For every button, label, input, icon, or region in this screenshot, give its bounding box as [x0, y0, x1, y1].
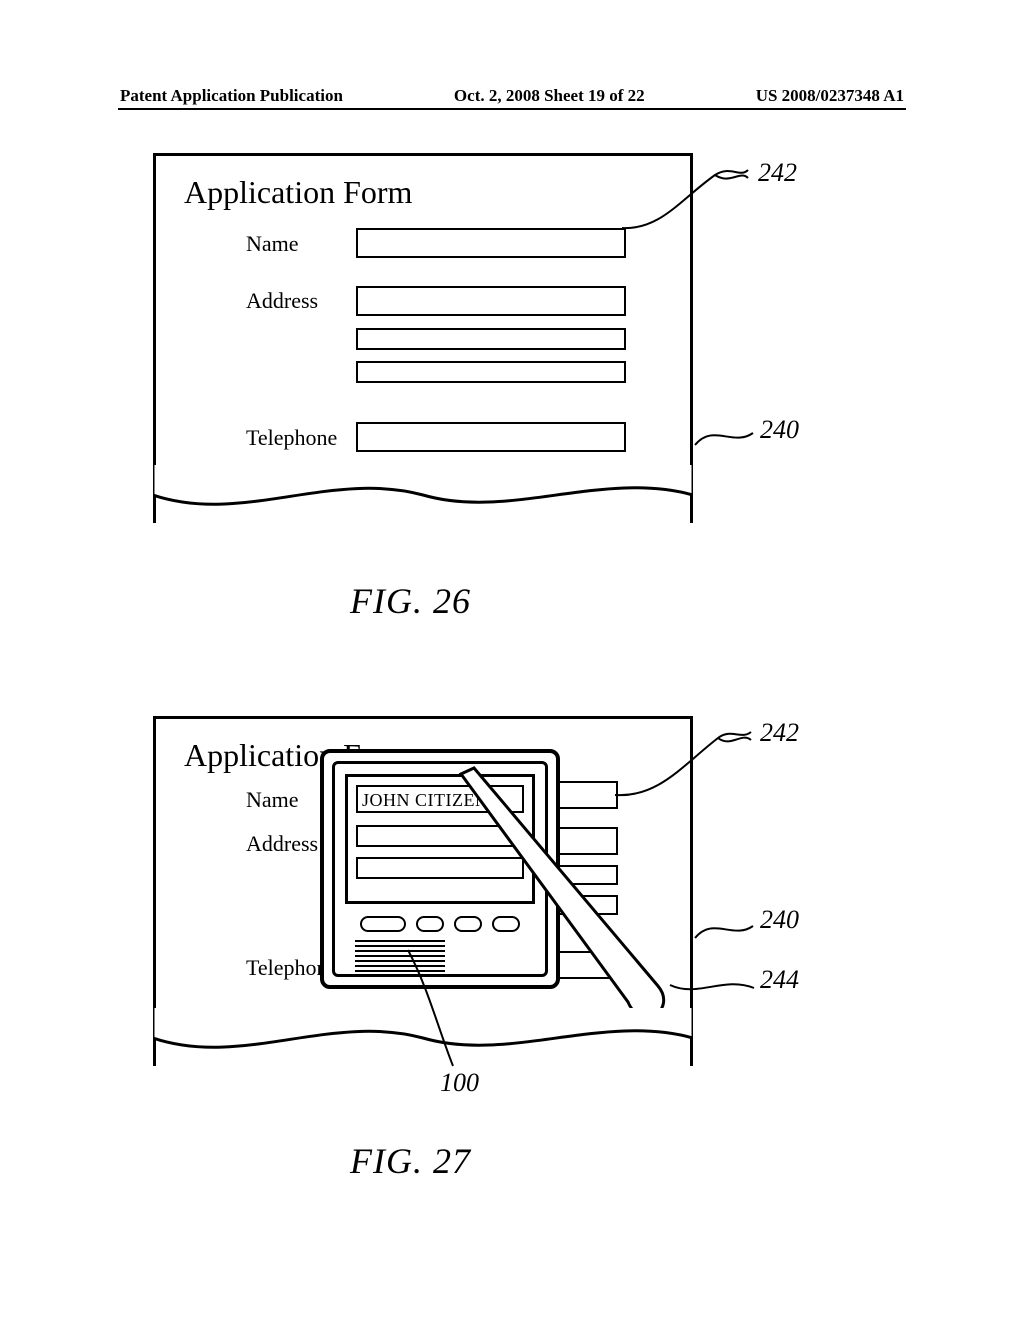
- fig27-leader-242: [613, 720, 763, 810]
- fig27-device-button-1: [360, 916, 406, 932]
- fig27-leader-244: [668, 970, 763, 1010]
- fig27-label-name: Name: [246, 787, 299, 813]
- fig27-label-telephone: Telephon: [246, 955, 328, 981]
- fig26-ref-242: 242: [758, 158, 797, 188]
- fig27-device-row2: [356, 857, 524, 879]
- fig26-ref-240: 240: [760, 415, 799, 445]
- fig27-leader-240: [693, 910, 763, 950]
- fig27-device-inner: JOHN CITIZEN: [332, 761, 548, 977]
- fig27-leader-100: [398, 948, 468, 1078]
- fig27-device-button-2: [416, 916, 444, 932]
- fig26-form-title: Application Form: [184, 174, 412, 211]
- fig26-torn-edge: [153, 465, 693, 525]
- fig27-label-address: Address: [246, 831, 318, 857]
- fig27-device-button-row: [351, 916, 529, 932]
- fig27-ref-242: 242: [760, 718, 799, 748]
- fig26-field-address3: [356, 361, 626, 383]
- fig26-label-telephone: Telephone: [246, 425, 337, 451]
- fig27-ref-100: 100: [440, 1068, 479, 1098]
- fig27-ref-244: 244: [760, 965, 799, 995]
- fig27-ref-240: 240: [760, 905, 799, 935]
- fig26-label-address: Address: [246, 288, 318, 314]
- fig26-leader-240: [693, 415, 763, 455]
- fig27-device-button-4: [492, 916, 520, 932]
- fig26-field-telephone: [356, 422, 626, 452]
- fig26-label-name: Name: [246, 231, 299, 257]
- fig27-device-button-3: [454, 916, 482, 932]
- fig26-field-address1: [356, 286, 626, 316]
- page-header: Patent Application Publication Oct. 2, 2…: [120, 86, 904, 106]
- header-rule: [118, 108, 906, 110]
- fig27-device-name-value: JOHN CITIZEN: [356, 785, 524, 813]
- header-center: Oct. 2, 2008 Sheet 19 of 22: [454, 86, 645, 106]
- fig26-form-panel: Application Form Name Address Telephone: [153, 153, 693, 523]
- header-right: US 2008/0237348 A1: [756, 86, 904, 106]
- header-left: Patent Application Publication: [120, 86, 343, 106]
- fig27-device-screen: JOHN CITIZEN: [345, 774, 535, 904]
- fig26-leader-242: [620, 160, 760, 240]
- fig27-caption: FIG. 27: [350, 1140, 471, 1182]
- fig26-field-address2: [356, 328, 626, 350]
- fig26-caption: FIG. 26: [350, 580, 471, 622]
- fig27-device-row1: [356, 825, 524, 847]
- fig26-field-name: [356, 228, 626, 258]
